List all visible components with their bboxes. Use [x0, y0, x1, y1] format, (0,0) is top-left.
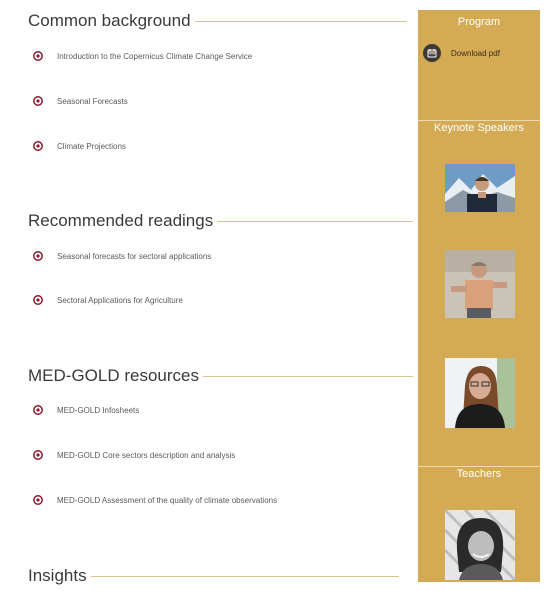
- section-title-med-gold-resources: MED-GOLD resources: [28, 366, 413, 386]
- divider: [418, 466, 540, 467]
- sidebar: Program Download pdf Keynote Speakers Te…: [418, 10, 540, 582]
- link-climate-projections[interactable]: Climate Projections: [57, 142, 126, 151]
- list-item[interactable]: MED-GOLD Core sectors description and an…: [33, 450, 235, 460]
- list-item[interactable]: MED-GOLD Assessment of the quality of cl…: [33, 495, 277, 505]
- list-item[interactable]: Introduction to the Copernicus Climate C…: [33, 51, 252, 61]
- keynote-speakers-heading: Keynote Speakers: [434, 122, 524, 134]
- link-seasonal-forecasts-sectoral[interactable]: Seasonal forecasts for sectoral applicat…: [57, 252, 211, 261]
- section-title-recommended-readings: Recommended readings: [28, 211, 414, 231]
- download-pdf-label[interactable]: Download pdf: [451, 49, 500, 58]
- program-heading: Program: [457, 16, 501, 28]
- divider: [418, 120, 540, 121]
- keynote-speaker-photo-2[interactable]: [445, 250, 515, 318]
- link-med-gold-core-sectors[interactable]: MED-GOLD Core sectors description and an…: [57, 451, 235, 460]
- target-bullet-icon: [33, 251, 43, 261]
- target-bullet-icon: [33, 450, 43, 460]
- list-item[interactable]: MED-GOLD Infosheets: [33, 405, 139, 415]
- title-rule: [202, 375, 413, 377]
- calendar-icon: [423, 44, 441, 62]
- teachers-heading: Teachers: [456, 468, 502, 480]
- list-item[interactable]: Seasonal Forecasts: [33, 96, 128, 106]
- target-bullet-icon: [33, 96, 43, 106]
- teacher-photo-1[interactable]: [445, 510, 515, 580]
- list-item[interactable]: Seasonal forecasts for sectoral applicat…: [33, 251, 211, 261]
- edge-artifact: [544, 560, 547, 578]
- main-content: Common background Introduction to the Co…: [0, 0, 414, 591]
- target-bullet-icon: [33, 51, 43, 61]
- target-bullet-icon: [33, 495, 43, 505]
- title-rule: [217, 220, 414, 222]
- section-title-common-background: Common background: [28, 11, 407, 31]
- keynote-speaker-photo-3[interactable]: [445, 358, 515, 428]
- title-rule: [90, 575, 399, 577]
- link-intro-copernicus[interactable]: Introduction to the Copernicus Climate C…: [57, 52, 252, 61]
- target-bullet-icon: [33, 295, 43, 305]
- target-bullet-icon: [33, 141, 43, 151]
- link-sectoral-agriculture[interactable]: Sectoral Applications for Agriculture: [57, 296, 183, 305]
- target-bullet-icon: [33, 405, 43, 415]
- link-seasonal-forecasts[interactable]: Seasonal Forecasts: [57, 97, 128, 106]
- title-rule: [194, 20, 407, 22]
- download-pdf-link[interactable]: Download pdf: [423, 44, 500, 62]
- list-item[interactable]: Climate Projections: [33, 141, 126, 151]
- keynote-speaker-photo-1[interactable]: [445, 164, 515, 212]
- list-item[interactable]: Sectoral Applications for Agriculture: [33, 295, 183, 305]
- link-med-gold-infosheets[interactable]: MED-GOLD Infosheets: [57, 406, 139, 415]
- link-med-gold-assessment[interactable]: MED-GOLD Assessment of the quality of cl…: [57, 496, 277, 505]
- section-title-insights: Insights: [28, 566, 399, 586]
